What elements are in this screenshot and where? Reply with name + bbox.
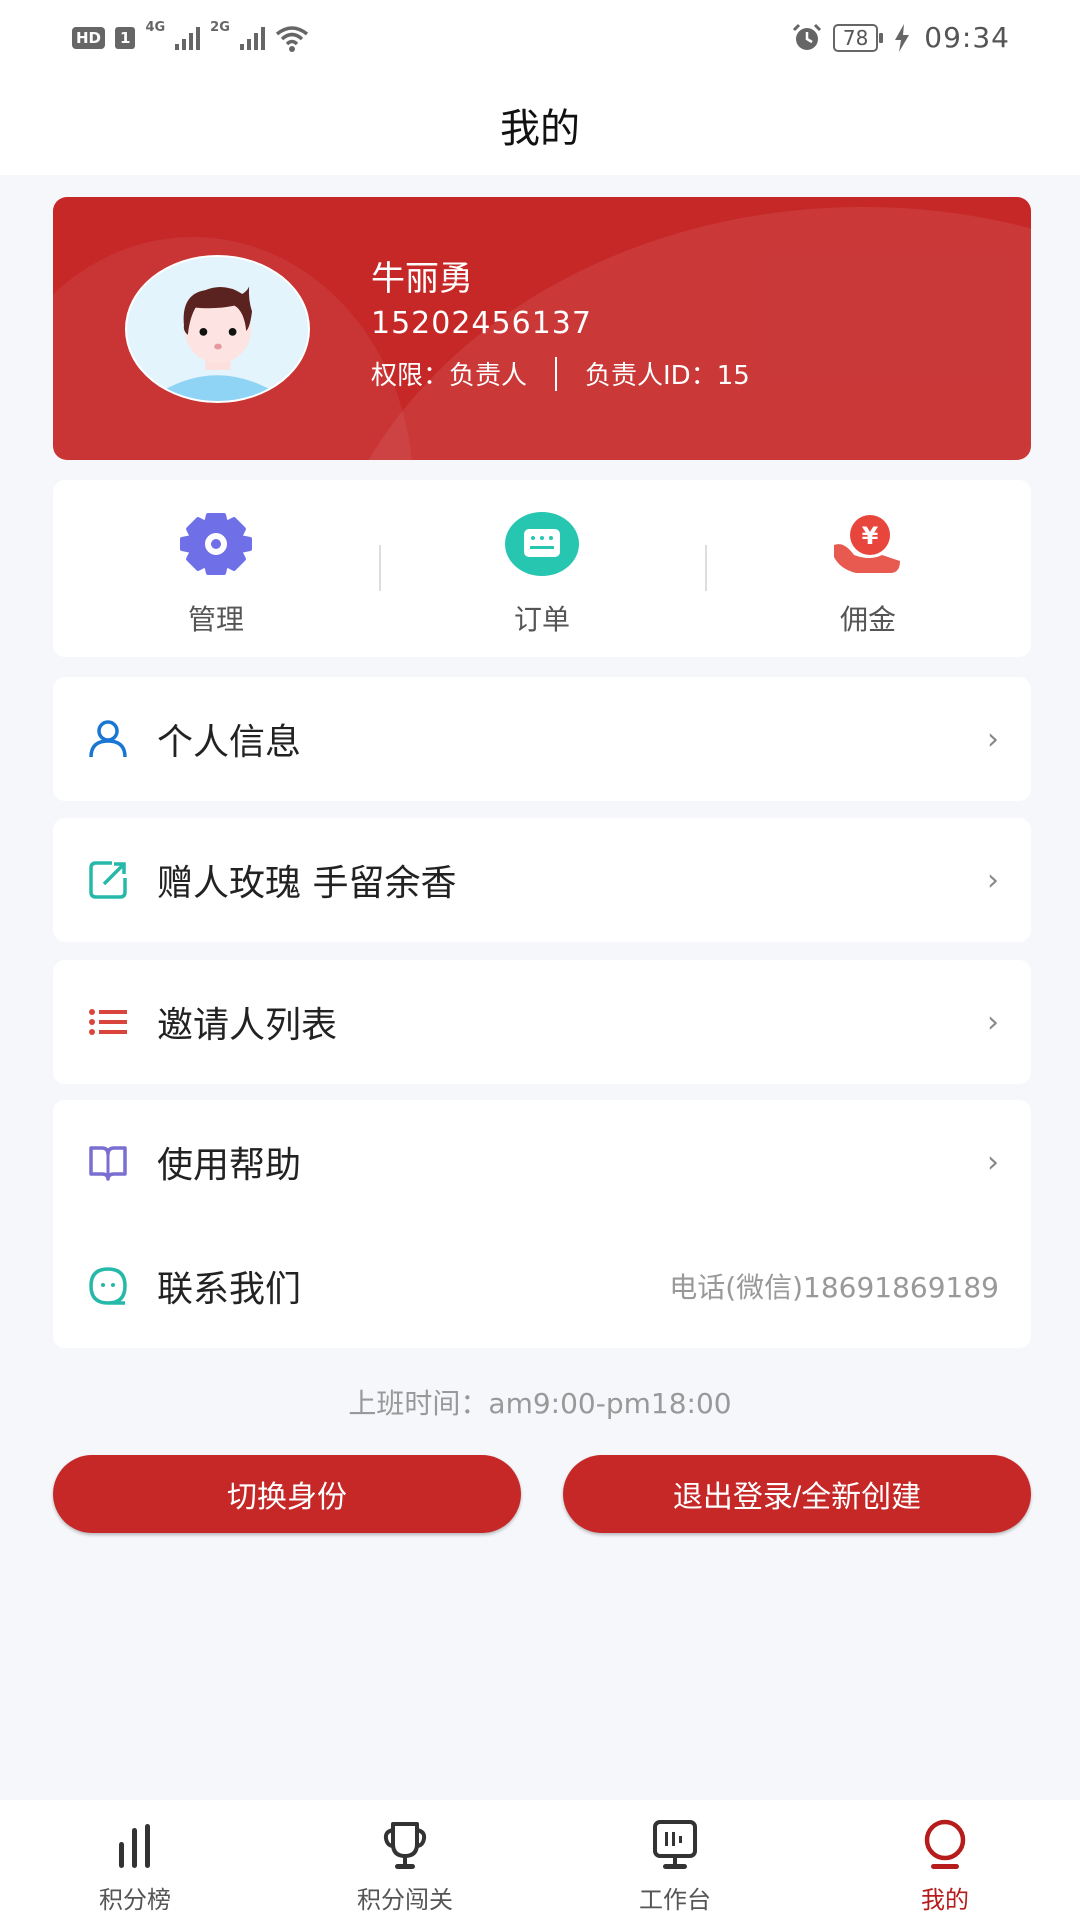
bottom-tabbar: 积分榜 积分闯关 工作台 我的 <box>0 1800 1080 1920</box>
profile-card: 牛丽勇 15202456137 权限：负责人 负责人ID：15 <box>53 197 1031 460</box>
quick-action-commission[interactable]: ¥ 佣金 <box>705 480 1031 657</box>
quick-action-label: 佣金 <box>839 603 896 636</box>
chevron-right-icon: › <box>987 721 999 757</box>
switch-identity-button[interactable]: 切换身份 <box>53 1455 521 1533</box>
svg-text:¥: ¥ <box>862 522 879 550</box>
status-bar: HD 1 4G 2G 78 09:34 <box>0 0 1080 75</box>
quick-action-orders[interactable]: 订单 <box>379 480 705 657</box>
tab-label: 积分榜 <box>99 1886 171 1914</box>
chevron-right-icon: › <box>987 862 999 898</box>
menu-card-personal-info: 个人信息 › <box>53 677 1031 801</box>
signal-icon <box>239 26 265 50</box>
tab-leaderboard[interactable]: 积分榜 <box>0 1800 270 1920</box>
quick-actions: 管理 订单 ¥ 佣金 <box>53 480 1031 657</box>
tab-label: 我的 <box>921 1886 969 1914</box>
menu-card-help-contact: 使用帮助 › 联系我们 电话(微信)18691869189 <box>53 1100 1031 1348</box>
menu-item-label: 邀请人列表 <box>157 1005 338 1046</box>
wifi-icon <box>275 25 308 52</box>
chevron-right-icon: › <box>987 1144 999 1180</box>
clock: 09:34 <box>924 21 1010 54</box>
alarm-icon <box>792 23 821 50</box>
profile-icon <box>924 1819 966 1869</box>
menu-card-share: 赠人玫瑰 手留余香 › <box>53 818 1031 942</box>
signal-icon <box>175 26 201 50</box>
role-label: 权限：负责人 <box>371 361 528 391</box>
page-header: 我的 <box>0 75 1080 175</box>
tab-workbench[interactable]: 工作台 <box>540 1800 810 1920</box>
battery-indicator: 78 <box>832 23 884 52</box>
menu-item-label: 使用帮助 <box>157 1145 302 1186</box>
gear-icon <box>177 510 255 578</box>
user-icon <box>87 718 129 760</box>
menu-item-personal-info[interactable]: 个人信息 › <box>53 677 1031 801</box>
divider <box>555 356 558 391</box>
user-meta: 权限：负责人 负责人ID：15 <box>371 355 750 392</box>
tab-mine[interactable]: 我的 <box>810 1800 1080 1920</box>
page-title: 我的 <box>500 106 580 152</box>
profile-info: 牛丽勇 15202456137 权限：负责人 负责人ID：15 <box>371 257 750 392</box>
book-icon <box>87 1141 129 1183</box>
quick-action-label: 管理 <box>187 603 244 636</box>
tab-label: 工作台 <box>639 1886 711 1914</box>
logout-create-button[interactable]: 退出登录/全新创建 <box>563 1455 1031 1533</box>
status-right: 78 09:34 <box>791 21 1010 54</box>
avatar[interactable] <box>125 255 310 403</box>
network-type-1: 4G <box>145 20 166 35</box>
user-phone: 15202456137 <box>371 306 592 341</box>
order-icon <box>503 510 581 578</box>
contact-phone: 电话(微信)18691869189 <box>669 1271 999 1304</box>
network-type-2: 2G <box>210 20 230 35</box>
commission-icon: ¥ <box>829 510 907 578</box>
menu-item-label: 个人信息 <box>157 722 302 763</box>
manager-id-label: 负责人ID：15 <box>585 361 750 391</box>
tab-challenge[interactable]: 积分闯关 <box>270 1800 540 1920</box>
status-left: HD 1 4G 2G <box>72 20 309 52</box>
tab-label: 积分闯关 <box>357 1886 453 1914</box>
quick-action-label: 订单 <box>513 603 570 636</box>
user-name: 牛丽勇 <box>371 259 473 299</box>
share-icon <box>87 859 129 901</box>
menu-item-label: 联系我们 <box>157 1269 302 1310</box>
work-hours: 上班时间：am9:00-pm18:00 <box>348 1387 732 1420</box>
avatar-illustration <box>127 257 308 401</box>
chevron-right-icon: › <box>987 1004 999 1040</box>
trophy-icon <box>383 1822 427 1869</box>
leaderboard-icon <box>119 1824 150 1868</box>
menu-item-share[interactable]: 赠人玫瑰 手留余香 › <box>53 818 1031 942</box>
chat-icon <box>87 1265 129 1307</box>
workbench-icon <box>653 1820 697 1869</box>
hd-badge: HD <box>72 26 106 49</box>
menu-item-help[interactable]: 使用帮助 › <box>53 1100 1031 1224</box>
menu-item-contact[interactable]: 联系我们 电话(微信)18691869189 <box>53 1224 1031 1348</box>
sim-badge: 1 <box>115 26 136 49</box>
menu-item-invitees[interactable]: 邀请人列表 › <box>53 960 1031 1084</box>
quick-action-manage[interactable]: 管理 <box>53 480 379 657</box>
charging-icon <box>895 23 910 52</box>
list-icon <box>87 1001 129 1043</box>
menu-item-label: 赠人玫瑰 手留余香 <box>157 863 457 904</box>
menu-card-invitees: 邀请人列表 › <box>53 960 1031 1084</box>
